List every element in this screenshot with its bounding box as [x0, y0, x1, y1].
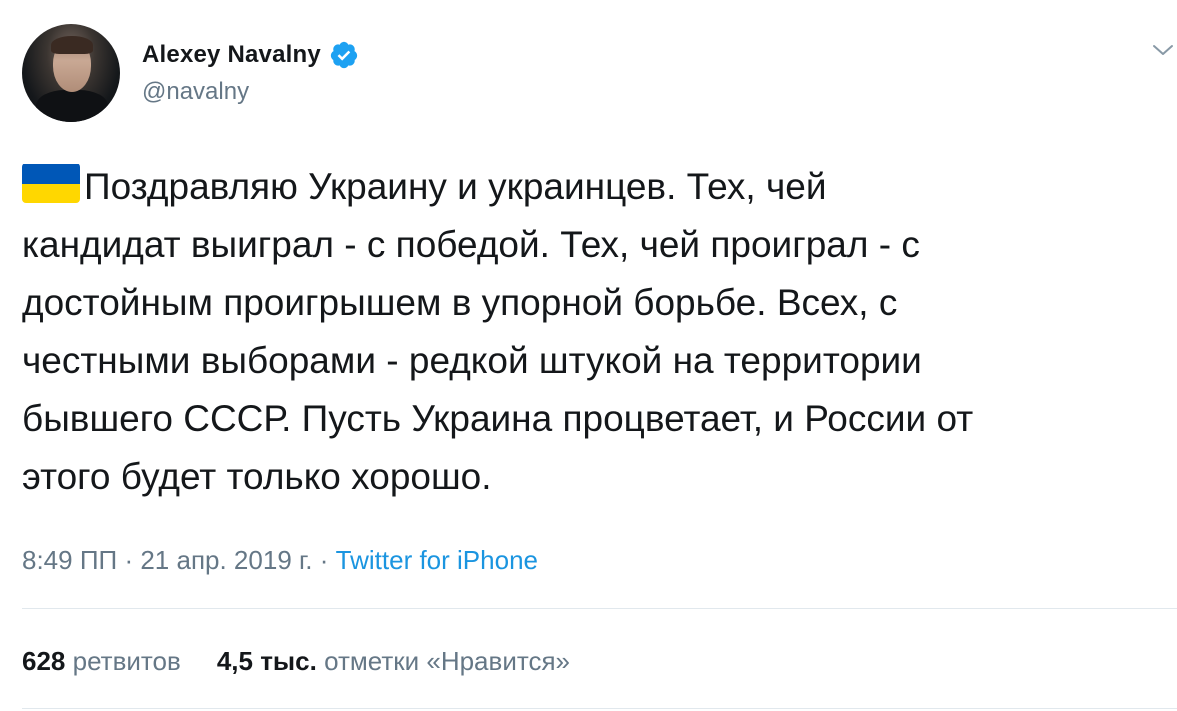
avatar[interactable]	[22, 24, 120, 122]
likes-count: 4,5 тыс.	[216, 646, 317, 676]
divider	[22, 608, 1177, 609]
tweet-time[interactable]: 8:49 ПП	[22, 545, 117, 575]
tweet-source-link[interactable]: Twitter for iPhone	[336, 545, 538, 575]
likes-stat[interactable]: 4,5 тыс. отметки «Нравится»	[217, 646, 570, 676]
divider	[22, 708, 1177, 709]
avatar-shirt	[36, 90, 108, 122]
meta-separator: ·	[319, 545, 329, 575]
likes-label: отметки «Нравится»	[324, 646, 571, 676]
tweet-line: бывшего СССР. Пусть Украина процветает, …	[22, 398, 974, 439]
tweet-card: Alexey Navalny @navalny Поздравляю Украи…	[0, 0, 1177, 711]
author-name-row: Alexey Navalny	[142, 38, 359, 72]
tweet-date[interactable]: 21 апр. 2019 г.	[140, 545, 312, 575]
retweets-label: ретвитов	[72, 646, 181, 676]
tweet-meta: 8:49 ПП · 21 апр. 2019 г. · Twitter for …	[22, 545, 538, 576]
avatar-hair	[51, 36, 93, 54]
tweet-line: Поздравляю Украину и украинцев. Тех, чей	[22, 158, 1172, 216]
tweet-line: этого будет только хорошо.	[22, 456, 492, 497]
author-display-name[interactable]: Alexey Navalny	[142, 41, 321, 69]
verified-badge-icon	[329, 40, 359, 70]
tweet-line: честными выборами - редкой штукой на тер…	[22, 340, 922, 381]
tweet-line: достойным проигрышем в упорной борьбе. В…	[22, 282, 898, 323]
retweets-count: 628	[22, 646, 66, 676]
tweet-line: кандидат выиграл - с победой. Тех, чей п…	[22, 224, 920, 265]
author-handle[interactable]: @navalny	[142, 78, 249, 106]
tweet-stats: 628 ретвитов 4,5 тыс. отметки «Нравится»	[22, 646, 570, 677]
chevron-down-icon[interactable]	[1150, 40, 1176, 60]
ukraine-flag-icon	[22, 163, 80, 203]
tweet-text: Поздравляю Украину и украинцев. Тех, чей…	[22, 158, 1172, 506]
meta-separator: ·	[124, 545, 134, 575]
retweets-stat[interactable]: 628 ретвитов	[22, 646, 181, 676]
tweet-line-text: Поздравляю Украину и украинцев. Тех, чей	[84, 166, 827, 207]
